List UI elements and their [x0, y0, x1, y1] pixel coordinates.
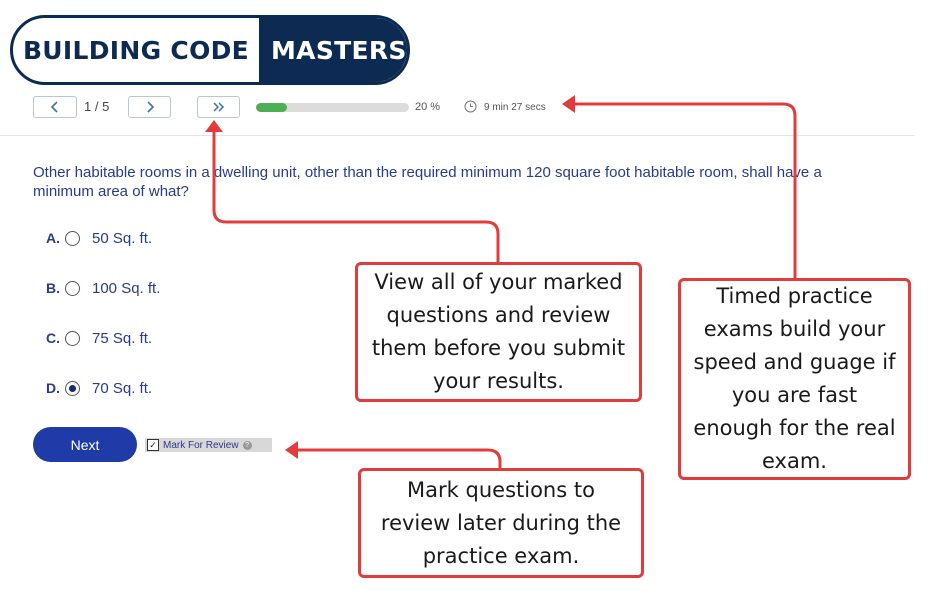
arrow-to-review-button: [212, 126, 500, 264]
callout-line: your results.: [433, 369, 564, 393]
callout-line: questions and review: [386, 303, 611, 327]
callout-line: Mark questions to: [407, 477, 595, 502]
callout-line: View all of your marked: [374, 270, 623, 294]
callout-mark-questions: Mark questions to review later during th…: [358, 468, 644, 578]
callout-line: Timed practice: [716, 284, 873, 308]
callout-timed-practice: Timed practice exams build your speed an…: [678, 278, 911, 480]
callout-line: exam.: [762, 449, 827, 473]
callout-line: enough for the real: [693, 416, 896, 440]
callout-line: practice exam.: [422, 543, 580, 568]
arrow-to-mark-review: [294, 448, 502, 470]
callout-line: exams build your: [703, 317, 886, 341]
arrowhead-left-mark: [285, 441, 298, 459]
arrowhead-up: [205, 120, 223, 132]
arrowhead-left-timer: [562, 95, 575, 113]
callout-line: review later during the: [380, 510, 622, 535]
arrow-to-timer: [570, 102, 797, 280]
callout-line: them before you submit: [371, 336, 626, 360]
callout-review-marked: View all of your marked questions and re…: [355, 262, 642, 402]
callout-line: speed and guage if: [693, 350, 896, 374]
callout-line: you are fast: [731, 383, 858, 407]
